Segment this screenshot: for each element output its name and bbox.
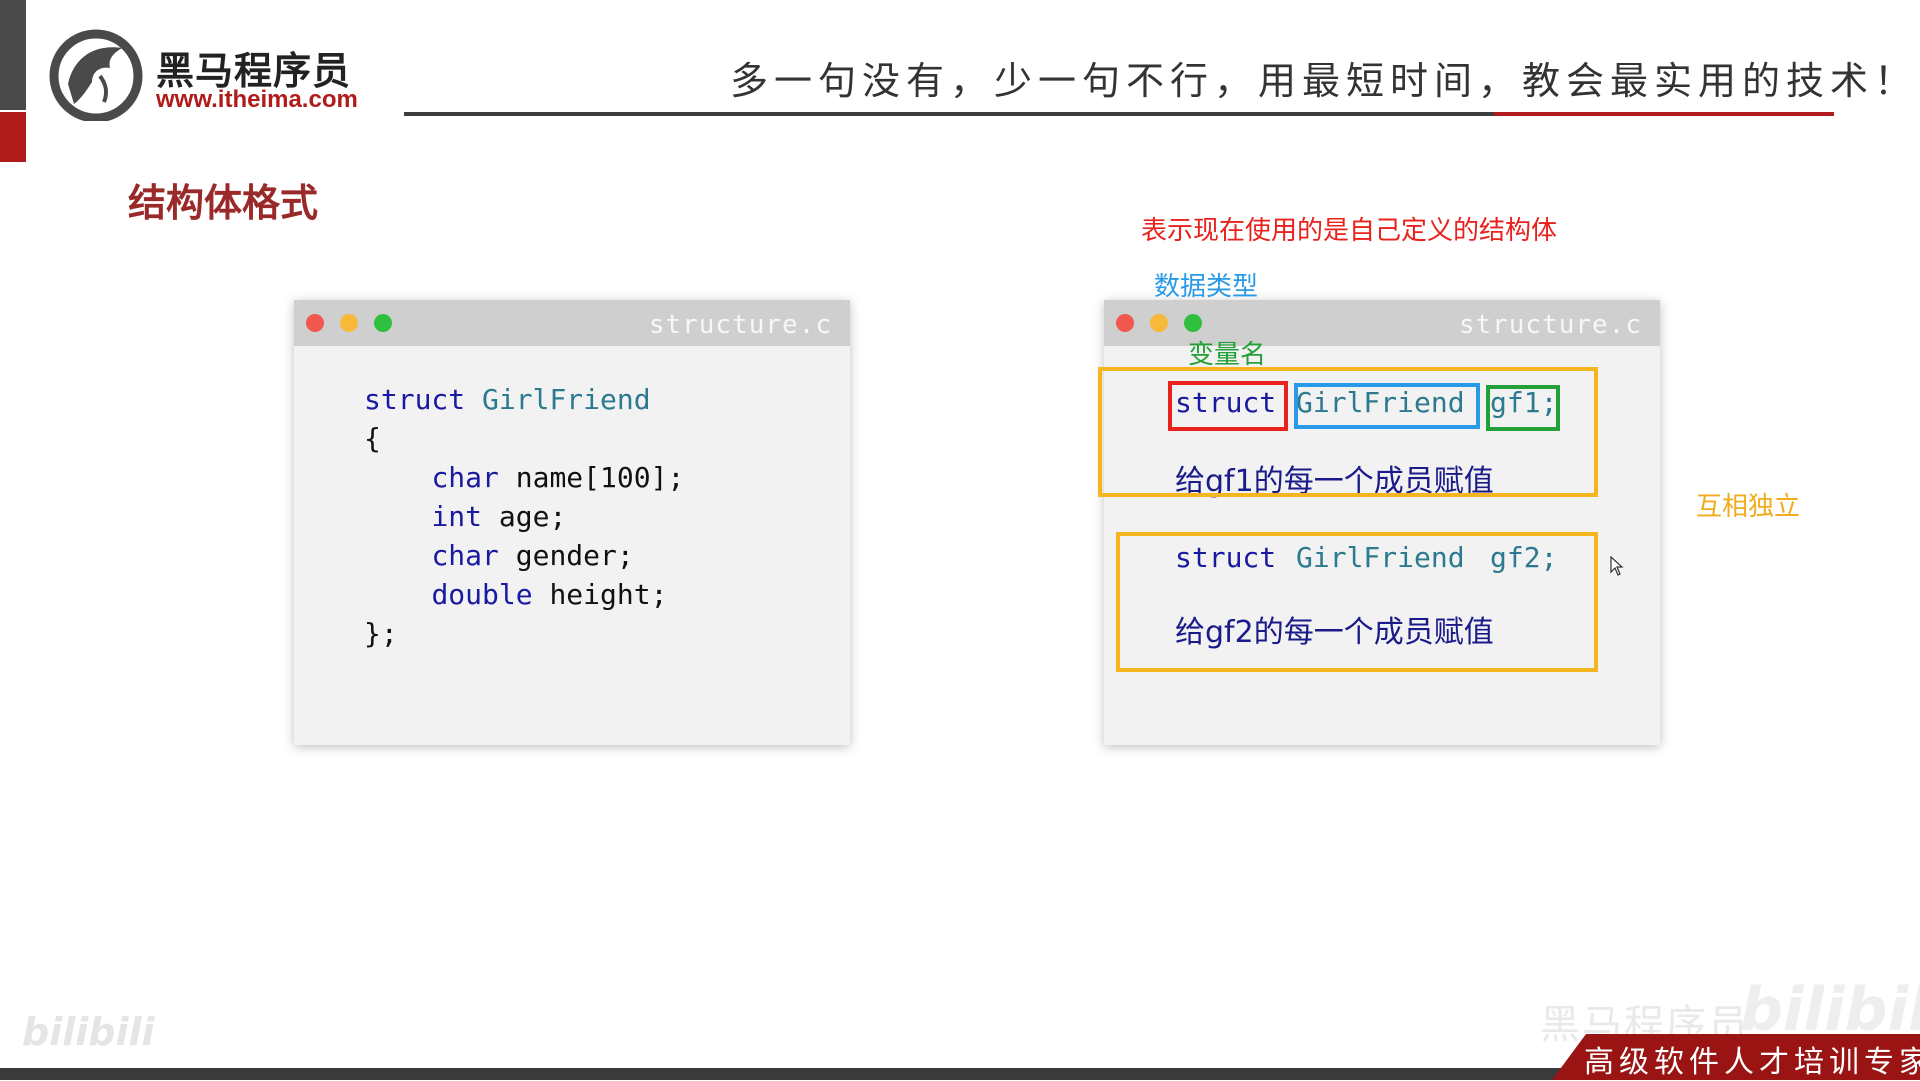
variable-name-box: [1486, 385, 1560, 431]
maximize-dot-icon: [1184, 314, 1202, 332]
code-keyword: char: [431, 539, 499, 572]
gf2-highlight-box: [1116, 532, 1598, 672]
code-window-definition: structure.c struct GirlFriend { char nam…: [294, 300, 850, 745]
code-line: {: [364, 422, 381, 455]
logo: 黑马程序员 www.itheima.com: [48, 26, 378, 121]
annotation-data-type: 数据类型: [1154, 272, 1259, 302]
window-filename: structure.c: [1458, 310, 1642, 340]
bilibili-watermark: bilibili: [22, 1010, 155, 1054]
close-dot-icon: [1116, 314, 1134, 332]
code-keyword: int: [431, 500, 483, 533]
code-keyword: struct: [364, 383, 466, 416]
minimize-dot-icon: [340, 314, 358, 332]
minimize-dot-icon: [1150, 314, 1168, 332]
header-divider-accent: [1494, 112, 1834, 116]
code-keyword: double: [431, 578, 533, 611]
code-line: };: [364, 617, 398, 650]
code-line: name[100];: [498, 461, 685, 494]
slogan: 多一句没有，少一句不行，用最短时间，教会最实用的技术！: [730, 59, 1919, 103]
horse-logo-icon: [49, 29, 143, 121]
struct-keyword-box: [1168, 381, 1288, 431]
footer-tagline: 高级软件人才培训专家: [1584, 1045, 1920, 1080]
annotation-variable-name: 变量名: [1188, 340, 1267, 370]
code-line: gender;: [498, 539, 634, 572]
window-filename: structure.c: [648, 310, 832, 340]
annotation-self-defined: 表示现在使用的是自己定义的结构体: [1141, 216, 1558, 246]
section-title: 结构体格式: [128, 181, 319, 225]
struct-definition-code: struct GirlFriend { char name[100]; int …: [364, 380, 684, 653]
code-line: height;: [532, 578, 668, 611]
data-type-box: [1294, 383, 1480, 429]
header-divider: [404, 112, 1494, 116]
window-titlebar: structure.c: [294, 300, 850, 346]
annotation-independent: 互相独立: [1696, 492, 1801, 522]
close-dot-icon: [306, 314, 324, 332]
mouse-cursor-icon: [1610, 556, 1624, 576]
left-accent-bar-red: [0, 112, 26, 162]
left-accent-bar: [0, 0, 26, 110]
code-keyword: char: [431, 461, 499, 494]
logo-url: www.itheima.com: [156, 86, 358, 113]
code-type-name: GirlFriend: [482, 383, 651, 416]
maximize-dot-icon: [374, 314, 392, 332]
code-line: age;: [482, 500, 567, 533]
